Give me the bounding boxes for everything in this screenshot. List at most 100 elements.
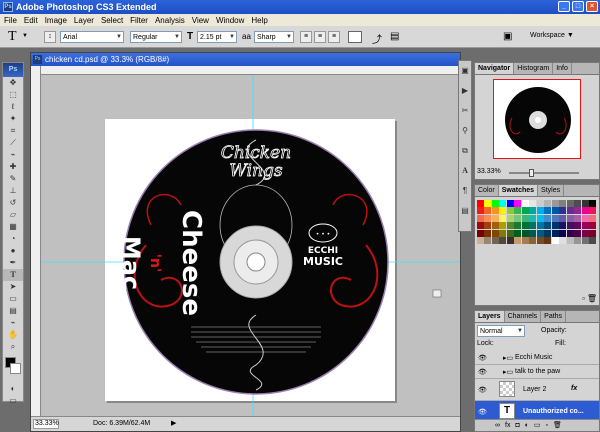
navigator-preview[interactable]: [493, 79, 581, 159]
color-swatch[interactable]: [514, 200, 522, 207]
new-layer-icon[interactable]: ▫: [546, 420, 548, 431]
color-swatch[interactable]: [477, 200, 484, 207]
font-style-select[interactable]: Regular ▼: [130, 31, 182, 43]
brush-tool-icon[interactable]: ✎: [3, 173, 23, 185]
color-swatch[interactable]: [529, 214, 537, 222]
group-icon[interactable]: ▭: [534, 420, 541, 431]
color-swatch[interactable]: [521, 200, 529, 207]
color-swatch[interactable]: [536, 207, 544, 215]
color-swatch[interactable]: [514, 207, 522, 215]
color-swatch[interactable]: [559, 214, 567, 222]
hand-tool-icon[interactable]: ✋: [3, 329, 23, 341]
color-swatch[interactable]: [559, 237, 567, 245]
color-swatch[interactable]: [544, 222, 552, 230]
text-orientation-icon[interactable]: ↕: [44, 31, 56, 43]
color-swatch[interactable]: [521, 229, 529, 237]
color-swatch[interactable]: [574, 222, 582, 230]
layer-comps-icon[interactable]: ▤: [459, 205, 471, 217]
color-swatch[interactable]: [499, 200, 507, 207]
layer-row[interactable]: 👁 Layer 2 fx: [475, 379, 599, 401]
clone-source-icon[interactable]: ⧉: [459, 145, 471, 157]
color-swatch[interactable]: [491, 200, 499, 207]
color-swatch[interactable]: [581, 200, 589, 207]
adjustment-icon[interactable]: ◐: [525, 420, 529, 431]
menu-edit[interactable]: Edit: [24, 16, 38, 25]
color-swatch[interactable]: [484, 214, 492, 222]
menu-view[interactable]: View: [192, 16, 209, 25]
new-swatch-icon[interactable]: ▫: [582, 294, 585, 303]
color-swatch[interactable]: [574, 237, 582, 245]
type-tool-icon[interactable]: T: [8, 29, 17, 45]
color-swatch[interactable]: [589, 222, 597, 230]
color-swatch[interactable]: [484, 222, 492, 230]
color-swatch[interactable]: [521, 207, 529, 215]
color-swatch[interactable]: [491, 222, 499, 230]
zoom-tool-icon[interactable]: ⌕: [3, 341, 23, 353]
color-swatch[interactable]: [477, 207, 484, 215]
color-swatch[interactable]: [506, 222, 514, 230]
menu-analysis[interactable]: Analysis: [155, 16, 185, 25]
color-swatch[interactable]: [574, 229, 582, 237]
color-swatch[interactable]: [574, 207, 582, 215]
magic-wand-tool-icon[interactable]: ✦: [3, 113, 23, 125]
color-swatch[interactable]: [566, 229, 574, 237]
layer-row[interactable]: 👁 ▸▭ talk to the paw: [475, 365, 599, 379]
color-swatch[interactable]: [551, 222, 559, 230]
blur-tool-icon[interactable]: ◔: [3, 233, 23, 245]
blend-mode-select[interactable]: Normal ▼: [477, 325, 525, 337]
color-swatch[interactable]: [559, 207, 567, 215]
color-swatch[interactable]: [529, 237, 537, 245]
screen-mode-icon[interactable]: ▭: [3, 395, 23, 407]
tab-channels[interactable]: Channels: [505, 311, 542, 322]
color-swatch[interactable]: [491, 214, 499, 222]
font-size-select[interactable]: 2.15 pt ▼: [197, 31, 237, 43]
color-swatch[interactable]: [536, 222, 544, 230]
menu-image[interactable]: Image: [45, 16, 67, 25]
notes-tool-icon[interactable]: ▤: [3, 305, 23, 317]
menu-file[interactable]: File: [4, 16, 17, 25]
document-tab[interactable]: Ps chicken cd.psd @ 33.3% (RGB/8#): [31, 53, 460, 66]
color-swatch[interactable]: [529, 207, 537, 215]
tool-preset-chevron-icon[interactable]: ▼: [22, 33, 28, 39]
fx-icon[interactable]: fx: [571, 385, 577, 392]
navigator-zoom-slider[interactable]: [509, 169, 579, 177]
eye-icon[interactable]: 👁: [478, 408, 487, 416]
tab-swatches[interactable]: Swatches: [498, 185, 539, 196]
delete-layer-icon[interactable]: 🗑: [553, 420, 562, 431]
eye-icon[interactable]: 👁: [478, 386, 487, 394]
menu-help[interactable]: Help: [251, 16, 267, 25]
menu-select[interactable]: Select: [101, 16, 123, 25]
color-swatch[interactable]: [551, 207, 559, 215]
warp-text-icon[interactable]: ⤴: [372, 31, 382, 46]
doc-size-info[interactable]: Doc: 6.39M/62.4M: [93, 420, 150, 427]
menu-filter[interactable]: Filter: [130, 16, 148, 25]
healing-tool-icon[interactable]: ✚: [3, 161, 23, 173]
fx-menu-icon[interactable]: fx: [505, 420, 510, 431]
canvas-area[interactable]: Chicken Wings Mac 'n' Cheese • • • ECCHI…: [41, 75, 460, 416]
color-swatch[interactable]: [514, 222, 522, 230]
color-swatch[interactable]: [499, 207, 507, 215]
color-swatch[interactable]: [559, 200, 567, 207]
color-swatch[interactable]: [544, 207, 552, 215]
color-swatch[interactable]: [484, 207, 492, 215]
tab-styles[interactable]: Styles: [538, 185, 565, 196]
color-swatch[interactable]: [529, 229, 537, 237]
color-swatch[interactable]: [506, 214, 514, 222]
horizontal-ruler[interactable]: [41, 66, 460, 75]
color-swatch[interactable]: [484, 237, 492, 245]
color-swatch[interactable]: [574, 214, 582, 222]
color-swatch[interactable]: [514, 237, 522, 245]
maximize-button[interactable]: □: [572, 1, 584, 12]
close-button[interactable]: ×: [586, 1, 598, 12]
path-selection-tool-icon[interactable]: ➤: [3, 281, 23, 293]
color-swatch[interactable]: [506, 207, 514, 215]
type-tool-button-icon[interactable]: T: [3, 269, 23, 281]
minimize-button[interactable]: _: [558, 1, 570, 12]
tab-info[interactable]: Info: [553, 63, 572, 74]
color-swatch[interactable]: [544, 214, 552, 222]
tab-layers[interactable]: Layers: [475, 311, 505, 322]
color-swatch[interactable]: [491, 237, 499, 245]
color-swatch[interactable]: [484, 200, 492, 207]
color-swatch[interactable]: [581, 237, 589, 245]
tool-presets-icon[interactable]: ✂: [459, 105, 471, 117]
